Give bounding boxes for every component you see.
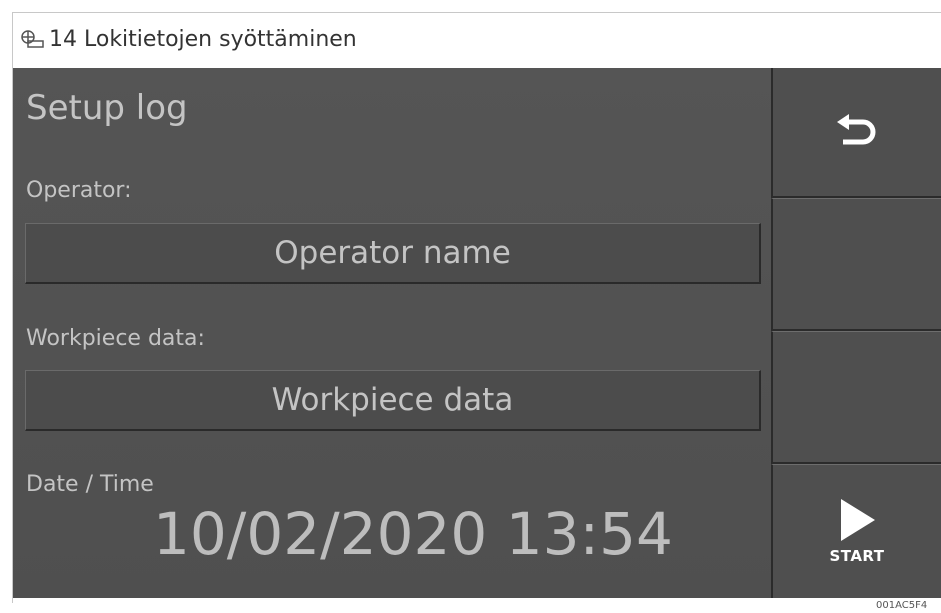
softkey-empty-2[interactable] — [771, 331, 941, 464]
back-button[interactable] — [771, 68, 941, 198]
softkey-sidebar: START — [771, 68, 941, 598]
start-label: START — [829, 546, 885, 565]
operator-label: Operator: — [26, 178, 132, 203]
setup-log-panel: Setup log Operator: Operator name Workpi… — [13, 68, 771, 598]
play-icon — [841, 498, 875, 541]
workpiece-label: Workpiece data: — [26, 326, 205, 351]
image-code: 001AC5F4 — [876, 600, 928, 611]
workpiece-data-field[interactable]: Workpiece data — [25, 370, 761, 431]
start-button[interactable]: START — [771, 464, 941, 598]
workpiece-data-value: Workpiece data — [271, 382, 514, 418]
softkey-empty-1[interactable] — [771, 198, 941, 331]
caption-text: 14 Lokitietojen syöttäminen — [49, 26, 357, 52]
figure-icon — [21, 30, 44, 48]
datetime-label: Date / Time — [26, 472, 154, 497]
page-title: Setup log — [26, 88, 188, 128]
operator-name-field[interactable]: Operator name — [25, 223, 761, 284]
datetime-value: 10/02/2020 13:54 — [153, 500, 673, 568]
back-arrow-icon — [837, 114, 876, 145]
device-screen: Setup log Operator: Operator name Workpi… — [13, 68, 941, 598]
figure-caption: 14 Lokitietojen syöttäminen — [19, 24, 357, 54]
operator-name-value: Operator name — [274, 235, 511, 271]
